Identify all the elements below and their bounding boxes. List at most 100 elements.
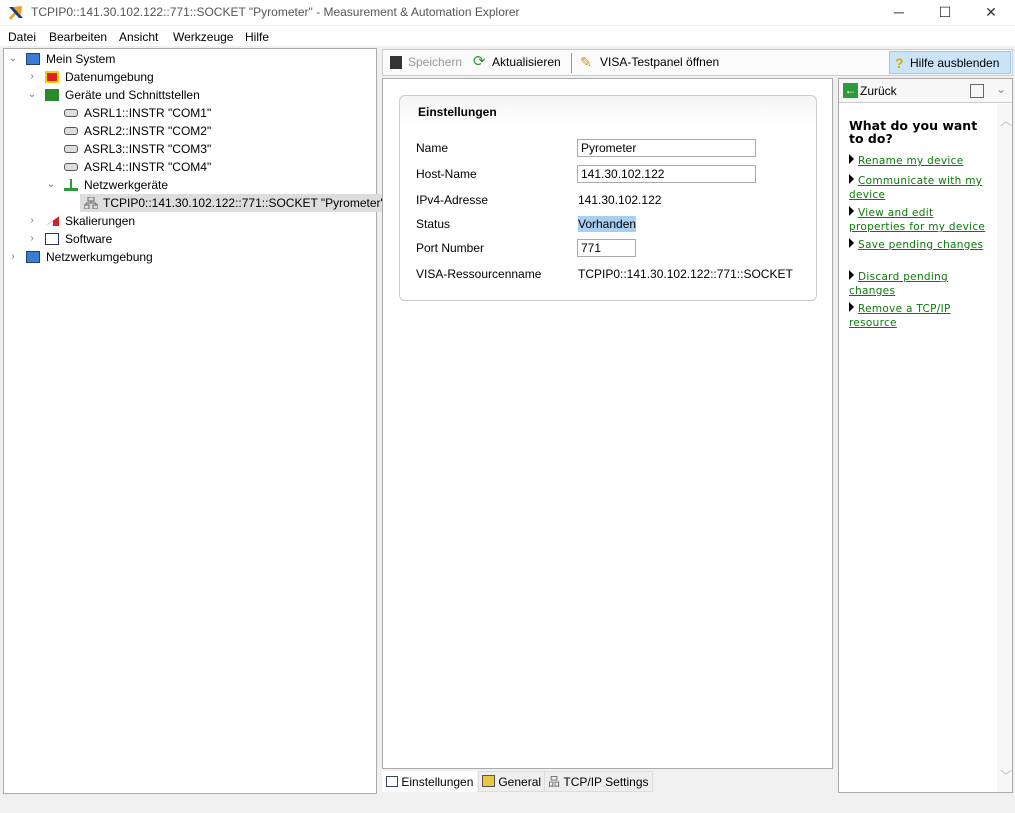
data-neighborhood-icon xyxy=(45,71,59,83)
chevron-right-icon[interactable]: › xyxy=(27,212,37,230)
communicate-device-link[interactable]: Communicate with my device xyxy=(849,175,982,201)
tree-view[interactable]: ⌄ Mein System › Datenumgebung ⌄ Geräte u… xyxy=(3,48,389,794)
help-scrollbar[interactable]: ︿ ﹀ xyxy=(997,104,1012,792)
help-pane: ← Zurück ⌄ What do you want to do? Renam… xyxy=(838,78,1013,793)
chevron-down-icon[interactable]: ⌄ xyxy=(46,176,56,194)
remove-tcpip-link[interactable]: Remove a TCP/IP resource xyxy=(849,303,951,329)
tree-label: ASRL1::INSTR "COM1" xyxy=(84,106,212,120)
help-link-item[interactable]: Remove a TCP/IP resource xyxy=(849,301,989,329)
tab-label: Einstellungen xyxy=(401,775,474,789)
chevron-down-icon[interactable]: ⌄ xyxy=(996,82,1006,96)
devices-icon xyxy=(45,89,59,101)
tree-label: Netzwerkumgebung xyxy=(46,250,153,264)
help-link-item[interactable]: Save pending changes xyxy=(849,237,989,251)
maximize-button[interactable]: ☐ xyxy=(922,0,968,25)
chevron-right-icon[interactable]: › xyxy=(27,68,37,86)
settings-group: Einstellungen Name Pyrometer Host-Name 1… xyxy=(399,95,817,301)
network-icon: 品 xyxy=(548,775,561,789)
discard-pending-link[interactable]: Discard pending changes xyxy=(849,271,948,297)
ipv4-label: IPv4-Adresse xyxy=(416,193,489,207)
tree-item-netzwerkumgebung[interactable]: › Netzwerkumgebung xyxy=(4,248,374,266)
close-button[interactable]: ✕ xyxy=(968,0,1014,25)
hide-help-button[interactable]: ? Hilfe ausblenden xyxy=(889,51,1011,74)
help-link-item[interactable]: Rename my device xyxy=(849,153,989,167)
tree-item-mein-system[interactable]: ⌄ Mein System xyxy=(4,50,374,68)
scroll-up-icon[interactable]: ︿ xyxy=(1000,112,1012,129)
tab-tcpip-settings[interactable]: 品 TCP/IP Settings xyxy=(544,771,653,792)
help-header: ← Zurück ⌄ xyxy=(839,79,1012,103)
tab-strip: Einstellungen General 品 TCP/IP Settings xyxy=(382,771,833,793)
tree-label: Geräte und Schnittstellen xyxy=(65,88,200,102)
title-bar: TCPIP0::141.30.102.122::771::SOCKET "Pyr… xyxy=(0,0,1015,25)
options-icon[interactable] xyxy=(970,84,984,98)
host-name-label: Host-Name xyxy=(416,167,477,181)
computer-icon xyxy=(26,53,40,65)
tree-item-asrl4[interactable]: ASRL4::INSTR "COM4" xyxy=(4,158,374,176)
view-edit-properties-link[interactable]: View and edit properties for my device xyxy=(849,207,985,233)
chevron-right-icon[interactable]: › xyxy=(27,230,37,248)
save-icon xyxy=(390,56,402,69)
minimize-button[interactable]: ─ xyxy=(876,0,922,25)
chevron-down-icon[interactable]: ⌄ xyxy=(27,86,37,104)
tab-general[interactable]: General xyxy=(478,771,546,792)
software-icon xyxy=(45,233,59,245)
tree-item-geraete[interactable]: ⌄ Geräte und Schnittstellen xyxy=(4,86,374,104)
tree-item-netzwerkgeraete[interactable]: ⌄ Netzwerkgeräte xyxy=(4,176,374,194)
wand-icon: ✎ xyxy=(580,54,592,70)
menu-werkzeuge[interactable]: Werkzeuge xyxy=(173,30,233,44)
tree-item-asrl1[interactable]: ASRL1::INSTR "COM1" xyxy=(4,104,374,122)
menu-hilfe[interactable]: Hilfe xyxy=(245,30,269,44)
serial-port-icon xyxy=(64,163,78,171)
tree-item-software[interactable]: › Software xyxy=(4,230,374,248)
status-bar xyxy=(0,795,1015,813)
chevron-down-icon[interactable]: ⌄ xyxy=(8,50,18,68)
app-logo-icon xyxy=(9,6,23,20)
menu-bar: Datei Bearbeiten Ansicht Werkzeuge Hilfe xyxy=(0,26,1015,46)
help-link-item[interactable]: Discard pending changes xyxy=(849,269,989,297)
tree-label: Mein System xyxy=(46,52,116,66)
tree-label: ASRL3::INSTR "COM3" xyxy=(84,142,212,156)
name-input[interactable]: Pyrometer xyxy=(577,139,756,157)
chevron-right-icon[interactable]: › xyxy=(8,248,18,266)
back-button[interactable]: Zurück xyxy=(860,84,897,98)
help-link-item[interactable]: Communicate with my device xyxy=(849,173,989,201)
back-arrow-icon[interactable]: ← xyxy=(843,83,858,98)
menu-bearbeiten[interactable]: Bearbeiten xyxy=(49,30,107,44)
help-link-item[interactable]: View and edit properties for my device xyxy=(849,205,989,233)
triangle-icon xyxy=(849,238,854,248)
name-label: Name xyxy=(416,141,449,155)
host-name-input[interactable]: 141.30.102.122 xyxy=(577,165,756,183)
triangle-icon xyxy=(849,206,854,216)
visa-testpanel-button[interactable]: VISA-Testpanel öffnen xyxy=(600,55,719,69)
tree-label: TCPIP0::141.30.102.122::771::SOCKET "Pyr… xyxy=(103,196,385,210)
settings-panel: Einstellungen Name Pyrometer Host-Name 1… xyxy=(382,78,833,769)
triangle-icon xyxy=(849,270,854,280)
save-pending-link[interactable]: Save pending changes xyxy=(858,239,983,251)
tree-item-asrl2[interactable]: ASRL2::INSTR "COM2" xyxy=(4,122,374,140)
tab-einstellungen[interactable]: Einstellungen xyxy=(382,771,478,792)
settings-title: Einstellungen xyxy=(418,105,497,119)
rename-device-link[interactable]: Rename my device xyxy=(858,155,963,167)
tree-item-asrl3[interactable]: ASRL3::INSTR "COM3" xyxy=(4,140,374,158)
general-icon xyxy=(482,775,495,787)
serial-port-icon xyxy=(64,127,78,135)
toolbar-separator xyxy=(571,53,572,73)
save-button[interactable]: Speichern xyxy=(408,55,462,69)
scroll-down-icon[interactable]: ﹀ xyxy=(1000,767,1012,784)
tree-item-skalierungen[interactable]: › Skalierungen xyxy=(4,212,374,230)
refresh-icon: ⟳ xyxy=(473,53,486,70)
tree-item-datenumgebung[interactable]: › Datenumgebung xyxy=(4,68,374,86)
port-input[interactable]: 771 xyxy=(577,239,636,257)
list-icon xyxy=(386,776,398,787)
tab-label: TCP/IP Settings xyxy=(563,775,649,789)
menu-datei[interactable]: Datei xyxy=(8,30,36,44)
refresh-button[interactable]: Aktualisieren xyxy=(492,55,561,69)
port-label: Port Number xyxy=(416,241,485,255)
tree-label: Datenumgebung xyxy=(65,70,154,84)
tree-item-tcpip-pyrometer[interactable]: TCPIP0::141.30.102.122::771::SOCKET "Pyr… xyxy=(80,194,389,212)
menu-ansicht[interactable]: Ansicht xyxy=(119,30,158,44)
tree-label: Skalierungen xyxy=(65,214,136,228)
tree-label: ASRL2::INSTR "COM2" xyxy=(84,124,212,138)
network-neighborhood-icon xyxy=(26,251,40,263)
tab-label: General xyxy=(498,775,542,789)
